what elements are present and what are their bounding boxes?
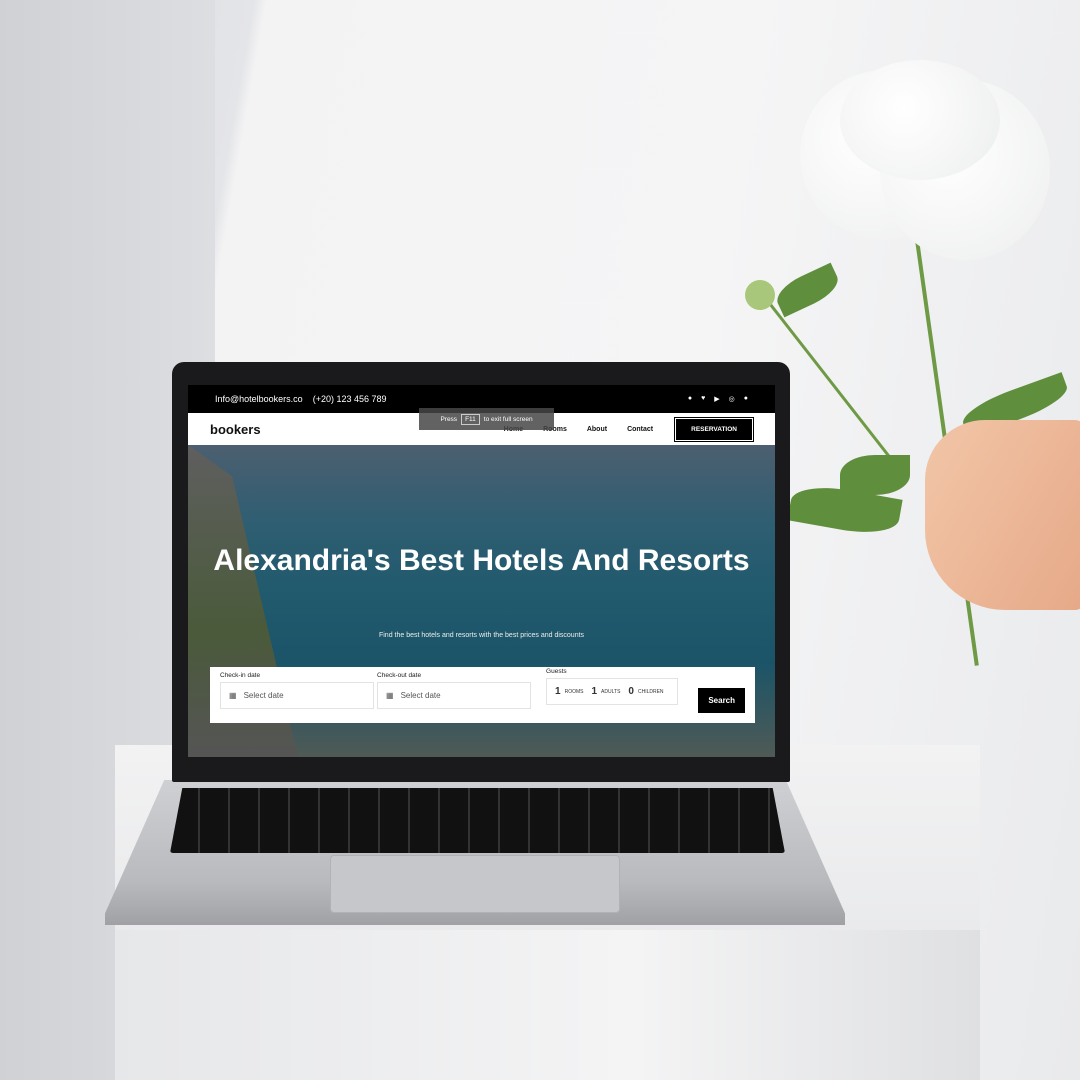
reservation-button[interactable]: RESERVATION [674, 416, 754, 442]
toast-text-rest: to exit full screen [483, 415, 533, 423]
adults-label: ADULTS [601, 688, 621, 695]
pedestal-front [115, 930, 980, 1080]
navbar: bookers Home Rooms About Contact RESERVA… [188, 408, 775, 445]
phone-link[interactable]: (+20) 123 456 789 [313, 394, 387, 404]
hero: Alexandria's Best Hotels And Resorts Fin… [188, 445, 775, 757]
checkin-label: Check-in date [220, 672, 261, 679]
search-button[interactable]: Search [698, 688, 746, 713]
hand [925, 420, 1080, 610]
checkin-placeholder: Select date [243, 691, 284, 700]
nav-contact[interactable]: Contact [627, 426, 653, 433]
rooms-count: 1 [555, 686, 561, 697]
nav-about[interactable]: About [587, 426, 607, 433]
children-count: 0 [628, 686, 634, 697]
touchpad [330, 855, 620, 913]
checkout-label: Check-out date [377, 672, 422, 679]
rooms-label: ROOMS [564, 688, 584, 695]
calendar-icon: ▦ [386, 691, 394, 700]
calendar-icon: ▦ [229, 691, 237, 700]
keyboard [170, 788, 785, 853]
toast-key: F11 [461, 413, 480, 425]
checkout-input[interactable]: ▦ Select date [377, 682, 532, 709]
children-label: CHILDREN [637, 688, 664, 695]
laptop-screen: Info@hotelbookers.co (+20) 123 456 789 ●… [188, 385, 775, 757]
guests-label: Guests [546, 668, 567, 675]
social-links: ● ♥ ▶ ◎ ● [688, 395, 748, 403]
hero-title: Alexandria's Best Hotels And Resorts [213, 544, 750, 577]
adults-count: 1 [591, 686, 598, 697]
fullscreen-toast: Press F11 to exit full screen [419, 408, 554, 430]
youtube-icon[interactable]: ▶ [714, 395, 719, 403]
toast-text: Press [440, 415, 458, 423]
pinterest-icon[interactable]: ● [744, 395, 748, 403]
guests-selector[interactable]: 1 ROOMS 1 ADULTS 0 CHILDREN [546, 678, 679, 705]
search-form: Check-in date ▦ Select date Check-out dat… [210, 667, 755, 723]
whatsapp-icon[interactable]: ◎ [729, 395, 735, 403]
checkin-input[interactable]: ▦ Select date [220, 682, 375, 709]
checkout-placeholder: Select date [400, 691, 441, 700]
twitter-icon[interactable]: ♥ [701, 395, 705, 403]
hero-subtitle: Find the best hotels and resorts with th… [378, 632, 585, 639]
facebook-icon[interactable]: ● [688, 395, 692, 403]
email-link[interactable]: Info@hotelbookers.co [215, 394, 303, 404]
logo[interactable]: bookers [210, 422, 261, 437]
